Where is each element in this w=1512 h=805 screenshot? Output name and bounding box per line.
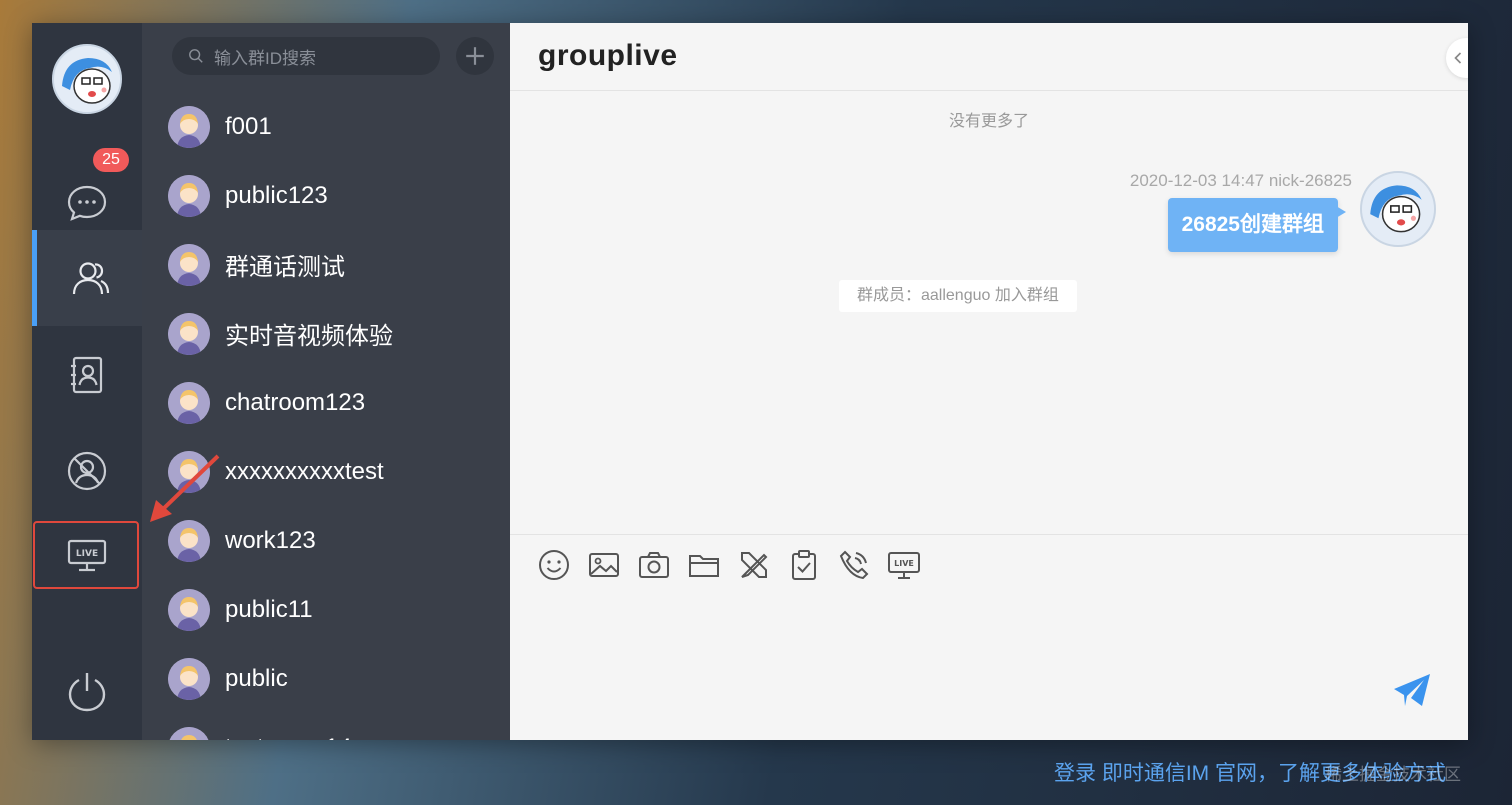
group-list-panel: 输入群ID搜索 f001 public123 群通话测试实时音视频体验 chatroo…: [142, 23, 510, 740]
group-list-item[interactable]: 群通话测试: [142, 230, 510, 299]
emoji-icon: [539, 549, 569, 580]
default-group-avatar-icon: [168, 312, 210, 355]
group-avatar: [168, 726, 210, 740]
call-button[interactable]: [836, 547, 872, 583]
nav-logout[interactable]: [32, 643, 142, 739]
chevron-left-icon: [1454, 52, 1462, 64]
file-button[interactable]: [686, 547, 722, 583]
group-list-item[interactable]: 实时音视频体验: [142, 299, 510, 368]
tools-button[interactable]: [736, 547, 772, 583]
group-name: 实时音视频体验: [225, 323, 393, 350]
power-icon: [68, 673, 106, 712]
default-group-avatar-icon: [168, 381, 210, 424]
tools-icon: [741, 551, 768, 578]
contacts-book-icon: [71, 356, 103, 394]
live-button[interactable]: LIVE: [886, 547, 922, 583]
collapse-button[interactable]: [1446, 38, 1468, 78]
group-list-item[interactable]: public123: [142, 161, 510, 230]
image-button[interactable]: [586, 547, 622, 583]
search-placeholder: 输入群ID搜索: [214, 48, 316, 68]
chat-header: grouplive: [510, 23, 1468, 91]
annotation-arrow-icon: [150, 454, 220, 522]
group-avatar: [168, 588, 210, 631]
avatar-cartoon-icon: [54, 46, 120, 112]
group-name: public: [225, 664, 288, 692]
send-icon[interactable]: [1392, 670, 1432, 710]
group-list-item[interactable]: f001: [142, 92, 510, 161]
group-list-item[interactable]: public11: [142, 575, 510, 644]
chat-panel: grouplive 没有更多了 2020-12-03 14:47 nick-26…: [510, 23, 1468, 740]
group-avatar: [168, 174, 210, 217]
chat-bubble-icon: [67, 185, 107, 221]
group-name: chatroom123: [225, 388, 366, 416]
default-group-avatar-icon: [168, 243, 210, 286]
group-name: public123: [225, 181, 328, 209]
camera-icon: [639, 551, 669, 578]
group-avatar: [168, 381, 210, 424]
camera-button[interactable]: [636, 547, 672, 583]
group-name: f001: [225, 112, 272, 140]
app-window: 25 LIVE 输入群ID搜索 f001 public123 群通话测试 实时音…: [32, 23, 1468, 740]
group-avatar: [168, 657, 210, 700]
group-list-item[interactable]: testgroup14: [142, 713, 510, 740]
blocked-user-icon: [67, 451, 107, 491]
default-group-avatar-icon: [168, 588, 210, 631]
default-group-avatar-icon: [168, 174, 210, 217]
input-toolbar: LIVE: [510, 534, 1468, 594]
user-avatar[interactable]: [52, 44, 122, 114]
group-list-item[interactable]: public: [142, 644, 510, 713]
watermark-text: 稀土掘金技术社区: [1325, 765, 1461, 784]
clipboard-check-icon: [792, 549, 816, 580]
nav-groups[interactable]: [32, 230, 142, 326]
emoji-button[interactable]: [536, 547, 572, 583]
nav-rail: 25 LIVE: [32, 23, 142, 740]
add-group-button[interactable]: [456, 37, 494, 75]
svg-text:LIVE: LIVE: [894, 559, 914, 568]
search-input[interactable]: 输入群ID搜索: [172, 37, 440, 75]
sender-avatar[interactable]: [1360, 171, 1436, 247]
system-tip: 群成员：aallenguo 加入群组: [839, 280, 1077, 312]
default-group-avatar-icon: [169, 726, 209, 740]
unread-badge: 25: [93, 148, 129, 172]
group-avatar: [168, 519, 210, 562]
group-avatar: [168, 312, 210, 355]
group-list-item[interactable]: chatroom123: [142, 368, 510, 437]
group-name: xxxxxxxxxxtest: [225, 457, 384, 485]
nav-contacts[interactable]: [32, 327, 142, 423]
survey-button[interactable]: [786, 547, 822, 583]
message-meta: 2020-12-03 14:47 nick-26825: [1129, 171, 1352, 190]
group-name: public11: [225, 595, 313, 623]
avatar-cartoon-icon: [1362, 173, 1434, 245]
search-icon: [189, 49, 203, 63]
default-group-avatar-icon: [168, 105, 210, 148]
default-group-avatar-icon: [168, 657, 210, 700]
folder-icon: [689, 554, 719, 577]
default-group-avatar-icon: [168, 519, 210, 562]
chat-title: grouplive: [538, 39, 678, 72]
group-name: work123: [225, 526, 316, 554]
group-users-icon: [72, 262, 109, 295]
phone-call-icon: [839, 550, 869, 579]
live-highlight-box: [33, 521, 139, 589]
no-more-history[interactable]: 没有更多了: [510, 107, 1468, 131]
image-icon: [589, 552, 619, 577]
group-avatar: [168, 105, 210, 148]
group-name: testgroup14: [225, 734, 352, 741]
message-bubble[interactable]: 26825创建群组: [1167, 198, 1347, 252]
plus-icon: [466, 47, 484, 65]
nav-blacklist[interactable]: [32, 423, 142, 519]
group-name: 群通话测试: [225, 254, 345, 281]
group-avatar: [168, 243, 210, 286]
live-icon: LIVE: [888, 551, 920, 579]
